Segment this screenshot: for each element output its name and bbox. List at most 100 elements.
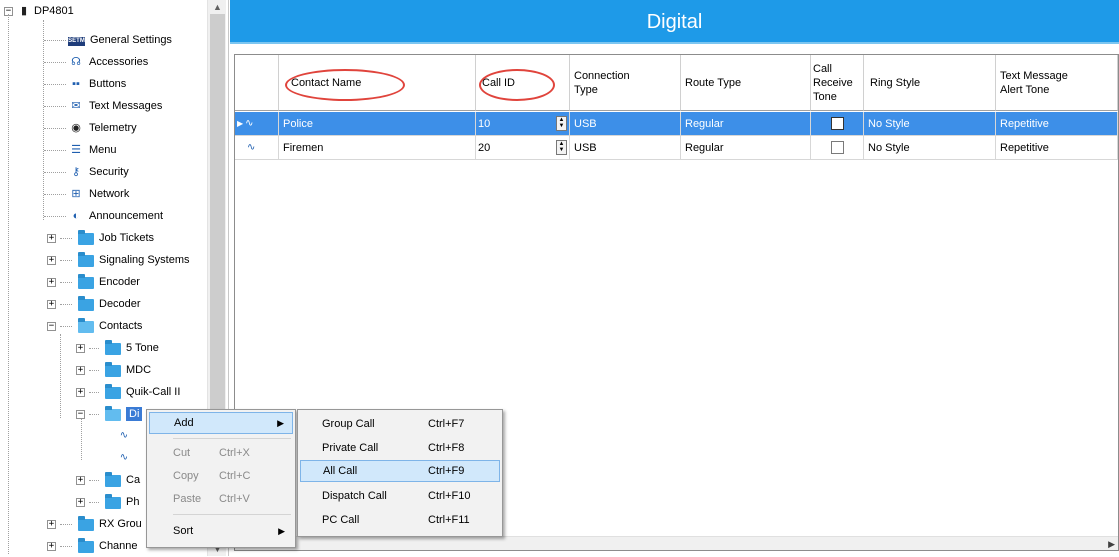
horizontal-scrollbar[interactable]: ◀ ▶ xyxy=(235,536,1118,550)
tree-item-digital[interactable]: − Di xyxy=(76,403,143,425)
expand-icon[interactable]: + xyxy=(76,365,85,375)
expand-icon[interactable]: + xyxy=(47,299,56,309)
collapse-icon[interactable]: − xyxy=(47,321,56,331)
scroll-right-icon[interactable]: ▶ xyxy=(1108,537,1115,551)
row-selector[interactable]: ▶ ∿ xyxy=(235,112,279,136)
cell-alert-tone[interactable]: Repetitive xyxy=(996,112,1118,136)
row-header-corner xyxy=(235,55,279,111)
receive-tone-checkbox[interactable] xyxy=(830,141,844,154)
folder-icon xyxy=(105,362,121,377)
menu-item-paste[interactable]: Paste Ctrl+V xyxy=(149,488,293,510)
cell-ring-style[interactable]: No Style xyxy=(864,136,996,160)
expand-icon[interactable]: + xyxy=(47,541,56,551)
tree-item-text-messages[interactable]: ✉ Text Messages xyxy=(44,95,162,117)
contact-icon: ∿ xyxy=(119,430,129,441)
speaker-icon: ◐ xyxy=(72,210,80,222)
row-selector[interactable]: ∿ xyxy=(235,136,279,160)
folder-icon xyxy=(78,538,94,553)
menu-item-sort[interactable]: Sort ▶ xyxy=(149,520,293,542)
expand-icon[interactable]: + xyxy=(47,255,56,265)
menu-item-copy[interactable]: Copy Ctrl+C xyxy=(149,465,293,487)
folder-icon xyxy=(105,384,121,399)
cell-call-id[interactable]: 10 ▲ ▼ xyxy=(476,112,570,136)
collapse-icon[interactable]: − xyxy=(76,409,85,419)
folder-icon xyxy=(78,296,94,311)
buttons-icon: ▪▪ xyxy=(72,78,80,90)
tree-item-firemen-contact[interactable]: ∿ xyxy=(116,447,132,469)
tree-item-job-tickets[interactable]: + Job Tickets xyxy=(47,227,154,249)
tree-root-row[interactable]: − ▮ DP4801 xyxy=(4,2,74,20)
contact-icon: ∿ xyxy=(245,118,254,129)
tree-item-telemetry[interactable]: ◉ Telemetry xyxy=(44,117,137,139)
spinner-icon[interactable]: ▲ ▼ xyxy=(556,116,567,131)
tree-item-encoder[interactable]: + Encoder xyxy=(47,271,140,293)
spinner-icon[interactable]: ▲ ▼ xyxy=(556,140,567,155)
tree-item-signaling-systems[interactable]: + Signaling Systems xyxy=(47,249,190,271)
radio-device-icon: ▮ xyxy=(20,5,28,17)
cell-alert-tone[interactable]: Repetitive xyxy=(996,136,1118,160)
folder-icon xyxy=(78,230,94,245)
expand-icon[interactable]: + xyxy=(47,519,56,529)
column-header-route-type[interactable]: Route Type xyxy=(681,55,811,111)
column-header-call-receive-tone[interactable]: Call Receive Tone xyxy=(811,55,864,111)
tree-item-police-contact[interactable]: ∿ xyxy=(116,425,132,447)
network-icon: ⊞ xyxy=(71,188,81,200)
tree-item-network[interactable]: ⊞ Network xyxy=(44,183,129,205)
cell-call-receive-tone[interactable] xyxy=(811,112,864,136)
menu-separator xyxy=(173,438,291,439)
tree-item-menu[interactable]: ☰ Menu xyxy=(44,139,117,161)
expand-icon[interactable]: + xyxy=(76,497,85,507)
folder-icon xyxy=(78,252,94,267)
tree-item-rx-group[interactable]: + RX Grou xyxy=(47,513,142,535)
highlight-circle-call-id xyxy=(479,69,555,101)
tree-item-5-tone[interactable]: + 5 Tone xyxy=(76,337,159,359)
menu-item-pc-call[interactable]: PC Call Ctrl+F11 xyxy=(300,509,500,531)
cell-route-type[interactable]: Regular xyxy=(681,112,811,136)
cell-contact-name[interactable]: Firemen xyxy=(279,136,476,160)
tree-item-phone[interactable]: + Ph xyxy=(76,491,139,513)
tree-item-accessories[interactable]: ☊ Accessories xyxy=(44,51,148,73)
column-header-connection-type[interactable]: Connection Type xyxy=(570,55,681,111)
menu-item-dispatch-call[interactable]: Dispatch Call Ctrl+F10 xyxy=(300,485,500,507)
receive-tone-checkbox[interactable] xyxy=(830,117,844,130)
expand-icon[interactable]: + xyxy=(76,387,85,397)
tree-item-quik-call-ii[interactable]: + Quik-Call II xyxy=(76,381,180,403)
tree-item-call-lists[interactable]: + Ca xyxy=(76,469,140,491)
column-header-text-message-alert-tone[interactable]: Text Message Alert Tone xyxy=(996,55,1118,111)
tree-item-announcement[interactable]: ◐ Announcement xyxy=(44,205,163,227)
tree-item-channels[interactable]: + Channe xyxy=(47,535,138,557)
expand-icon[interactable]: + xyxy=(47,233,56,243)
cell-connection-type[interactable]: USB xyxy=(570,112,681,136)
menu-item-group-call[interactable]: Group Call Ctrl+F7 xyxy=(300,413,500,435)
tree-connector xyxy=(8,14,9,554)
menu-item-all-call[interactable]: All Call Ctrl+F9 xyxy=(300,460,500,482)
tree-item-contacts[interactable]: − Contacts xyxy=(47,315,142,337)
tree-item-decoder[interactable]: + Decoder xyxy=(47,293,141,315)
accessories-icon: ☊ xyxy=(71,56,81,68)
context-menu: Add ▶ Cut Ctrl+X Copy Ctrl+C Paste Ctrl+… xyxy=(146,409,296,548)
cell-contact-name[interactable]: Police xyxy=(279,112,476,136)
cell-route-type[interactable]: Regular xyxy=(681,136,811,160)
folder-icon xyxy=(78,274,94,289)
folder-icon xyxy=(105,494,121,509)
expand-icon[interactable]: + xyxy=(76,343,85,353)
key-icon: ⚷ xyxy=(71,166,81,178)
cell-connection-type[interactable]: USB xyxy=(570,136,681,160)
expand-icon[interactable]: + xyxy=(76,475,85,485)
tree-item-buttons[interactable]: ▪▪ Buttons xyxy=(44,73,126,95)
tree-item-security[interactable]: ⚷ Security xyxy=(44,161,129,183)
expand-icon[interactable]: + xyxy=(47,277,56,287)
tree-connector xyxy=(60,334,61,418)
cell-call-receive-tone[interactable] xyxy=(811,136,864,160)
folder-open-icon xyxy=(105,406,121,421)
column-header-ring-style[interactable]: Ring Style xyxy=(864,55,996,111)
menu-item-cut[interactable]: Cut Ctrl+X xyxy=(149,442,293,464)
menu-item-add[interactable]: Add ▶ xyxy=(149,412,293,434)
folder-icon xyxy=(105,472,121,487)
menu-item-private-call[interactable]: Private Call Ctrl+F8 xyxy=(300,437,500,459)
cell-call-id[interactable]: 20 ▲ ▼ xyxy=(476,136,570,160)
tree-item-mdc[interactable]: + MDC xyxy=(76,359,151,381)
tree-item-general-settings[interactable]: SETM General Settings xyxy=(44,29,172,51)
scroll-up-icon[interactable]: ▲ xyxy=(208,0,227,14)
cell-ring-style[interactable]: No Style xyxy=(864,112,996,136)
